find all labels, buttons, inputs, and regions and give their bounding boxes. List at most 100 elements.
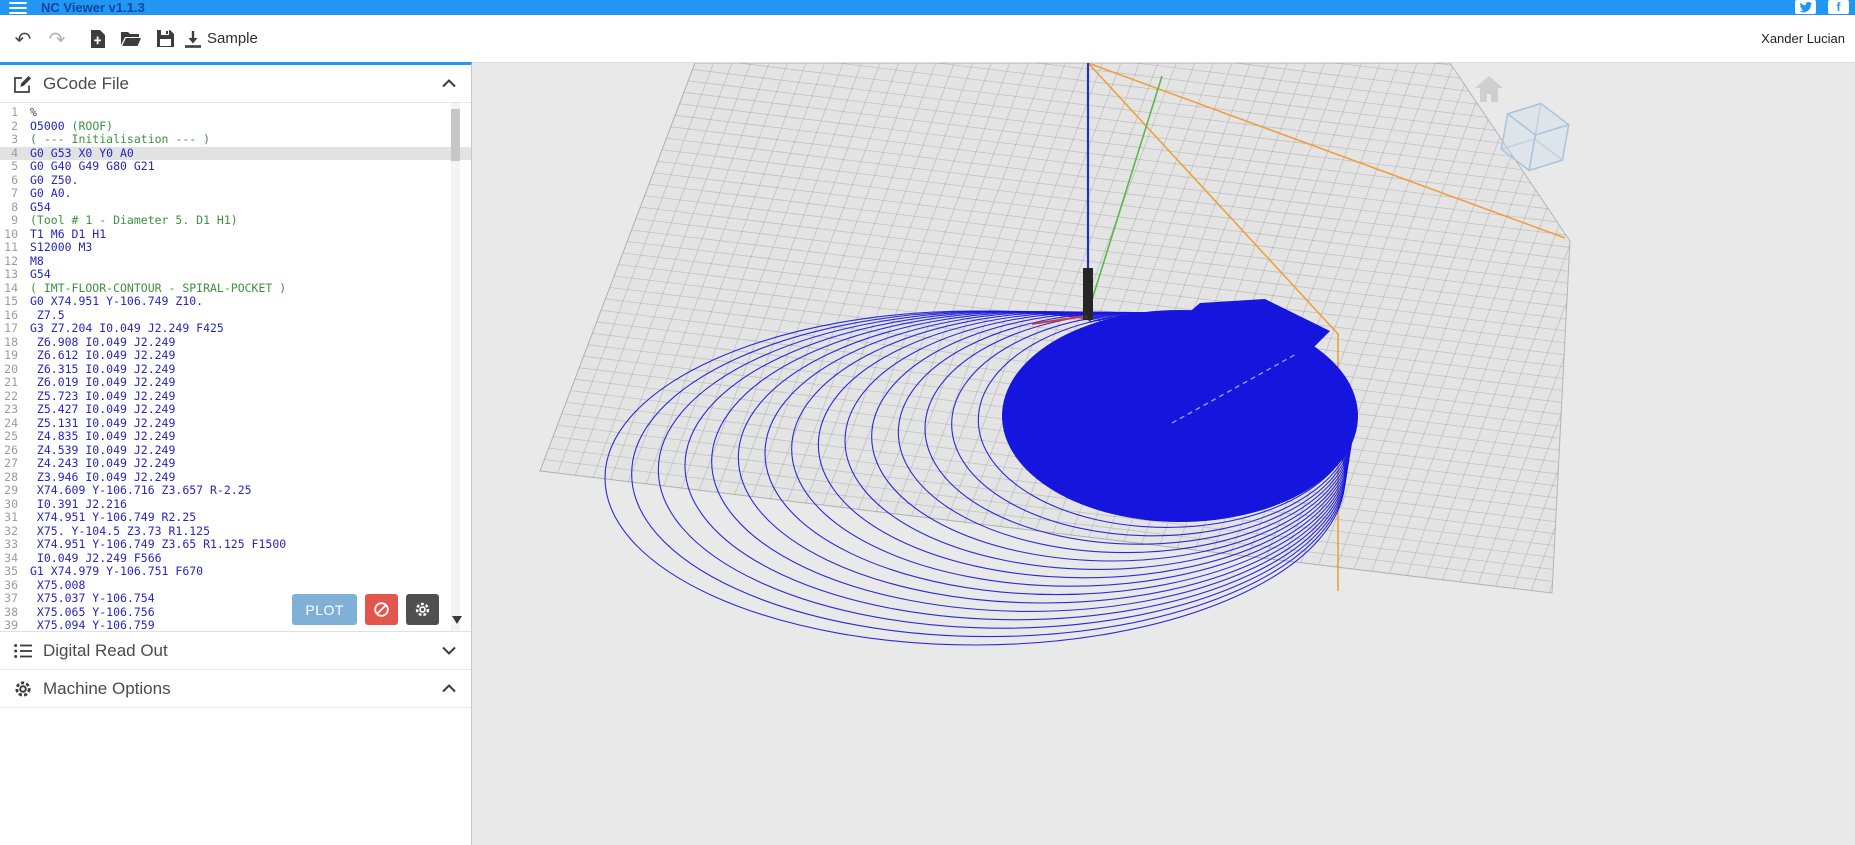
code-line[interactable]: 4G0 G53 X0 Y0 A0 [0,147,471,161]
undo-button[interactable]: ↶ [6,21,40,57]
line-number: 20 [0,363,30,377]
code-line[interactable]: 2O5000 (ROOF) [0,120,471,134]
line-number: 26 [0,444,30,458]
menu-icon[interactable] [9,2,27,14]
machine-panel-title: Machine Options [43,679,171,699]
scroll-down-arrow-icon[interactable] [452,616,462,629]
scene-canvas [472,63,1854,845]
line-number: 14 [0,282,30,296]
list-icon [14,643,32,659]
plot-button[interactable]: PLOT [292,594,357,625]
code-line[interactable]: 20 Z6.315 I0.049 J2.249 [0,363,471,377]
settings-button[interactable] [406,594,439,625]
gcode-panel-title: GCode File [43,74,129,94]
code-line[interactable]: 16 Z7.5 [0,309,471,323]
code-line[interactable]: 25 Z4.835 I0.049 J2.249 [0,430,471,444]
line-number: 17 [0,322,30,336]
line-number: 31 [0,511,30,525]
line-number: 4 [0,147,30,161]
code-line[interactable]: 1% [0,106,471,120]
code-line[interactable]: 32 X75. Y-104.5 Z3.73 R1.125 [0,525,471,539]
code-line[interactable]: 28 Z3.946 I0.049 J2.249 [0,471,471,485]
line-number: 8 [0,201,30,215]
code-line[interactable]: 30 I0.391 J2.216 [0,498,471,512]
line-number: 9 [0,214,30,228]
save-button[interactable] [148,21,182,57]
code-line[interactable]: 3( --- Initialisation --- ) [0,133,471,147]
code-line[interactable]: 13G54 [0,268,471,282]
grid-plane [540,63,1570,593]
code-line[interactable]: 31 X74.951 Y-106.749 R2.25 [0,511,471,525]
code-line[interactable]: 27 Z4.243 I0.049 J2.249 [0,457,471,471]
tool-bit [1083,268,1093,320]
chevron-down-icon [441,646,457,655]
line-number: 19 [0,349,30,363]
line-number: 39 [0,619,30,632]
code-line[interactable]: 11S12000 M3 [0,241,471,255]
code-line[interactable]: 7G0 A0. [0,187,471,201]
new-file-button[interactable] [80,21,114,57]
line-number: 1 [0,106,30,120]
stop-button[interactable] [365,594,398,625]
line-number: 29 [0,484,30,498]
machine-panel-header[interactable]: Machine Options [0,670,471,708]
code-line[interactable]: 17G3 Z7.204 I0.049 J2.249 F425 [0,322,471,336]
gcode-editor[interactable]: 1%2O5000 (ROOF)3( --- Initialisation ---… [0,103,471,632]
code-line[interactable]: 10T1 M6 D1 H1 [0,228,471,242]
line-number: 5 [0,160,30,174]
editor-scrollbar[interactable] [451,103,460,631]
gear-icon [14,680,32,698]
line-number: 12 [0,255,30,269]
code-line[interactable]: 35G1 X74.979 Y-106.751 F670 [0,565,471,579]
dro-panel-header[interactable]: Digital Read Out [0,632,471,670]
sample-label: Sample [207,30,258,47]
code-line[interactable]: 18 Z6.908 I0.049 J2.249 [0,336,471,350]
code-line[interactable]: 34 I0.049 J2.249 F566 [0,552,471,566]
open-file-button[interactable] [114,21,148,57]
line-number: 27 [0,457,30,471]
redo-button[interactable]: ↷ [40,21,74,57]
twitter-icon[interactable] [1795,0,1816,14]
username: Xander Lucian [1761,31,1845,46]
code-line[interactable]: 15G0 X74.951 Y-106.749 Z10. [0,295,471,309]
line-number: 25 [0,430,30,444]
code-lines: 1%2O5000 (ROOF)3( --- Initialisation ---… [0,106,471,632]
viewport-3d[interactable] [472,62,1855,845]
view-cube[interactable] [1496,97,1574,177]
line-number: 35 [0,565,30,579]
origin-marker [1084,315,1088,319]
code-line[interactable]: 5G0 G40 G49 G80 G21 [0,160,471,174]
line-number: 6 [0,174,30,188]
code-line[interactable]: 36 X75.008 [0,579,471,593]
code-line[interactable]: 21 Z6.019 I0.049 J2.249 [0,376,471,390]
code-line[interactable]: 29 X74.609 Y-106.716 Z3.657 R-2.25 [0,484,471,498]
line-number: 13 [0,268,30,282]
line-number: 21 [0,376,30,390]
code-line[interactable]: 9(Tool # 1 - Diameter 5. D1 H1) [0,214,471,228]
code-line[interactable]: 14( IMT-FLOOR-CONTOUR - SPIRAL-POCKET ) [0,282,471,296]
line-number: 22 [0,390,30,404]
line-number: 36 [0,579,30,593]
code-line[interactable]: 26 Z4.539 I0.049 J2.249 [0,444,471,458]
code-line[interactable]: 33 X74.951 Y-106.749 Z3.65 R1.125 F1500 [0,538,471,552]
gcode-panel-header[interactable]: GCode File [0,65,471,103]
load-sample-button[interactable]: Sample [184,30,258,48]
undo-icon: ↶ [15,27,32,51]
code-line[interactable]: 22 Z5.723 I0.049 J2.249 [0,390,471,404]
code-line[interactable]: 8G54 [0,201,471,215]
line-number: 33 [0,538,30,552]
code-line[interactable]: 6G0 Z50. [0,174,471,188]
facebook-icon[interactable]: f [1828,0,1849,14]
code-line[interactable]: 24 Z5.131 I0.049 J2.249 [0,417,471,431]
line-number: 7 [0,187,30,201]
cancel-icon [373,601,390,618]
editor-scrollbar-thumb[interactable] [451,109,460,161]
code-line[interactable]: 23 Z5.427 I0.049 J2.249 [0,403,471,417]
view-cube-icon [1499,98,1572,176]
code-line[interactable]: 19 Z6.612 I0.049 J2.249 [0,349,471,363]
line-number: 15 [0,295,30,309]
code-line[interactable]: 12M8 [0,255,471,269]
line-number: 28 [0,471,30,485]
top-bar: NC Viewer v1.1.3 f [0,0,1855,15]
line-number: 37 [0,592,30,606]
